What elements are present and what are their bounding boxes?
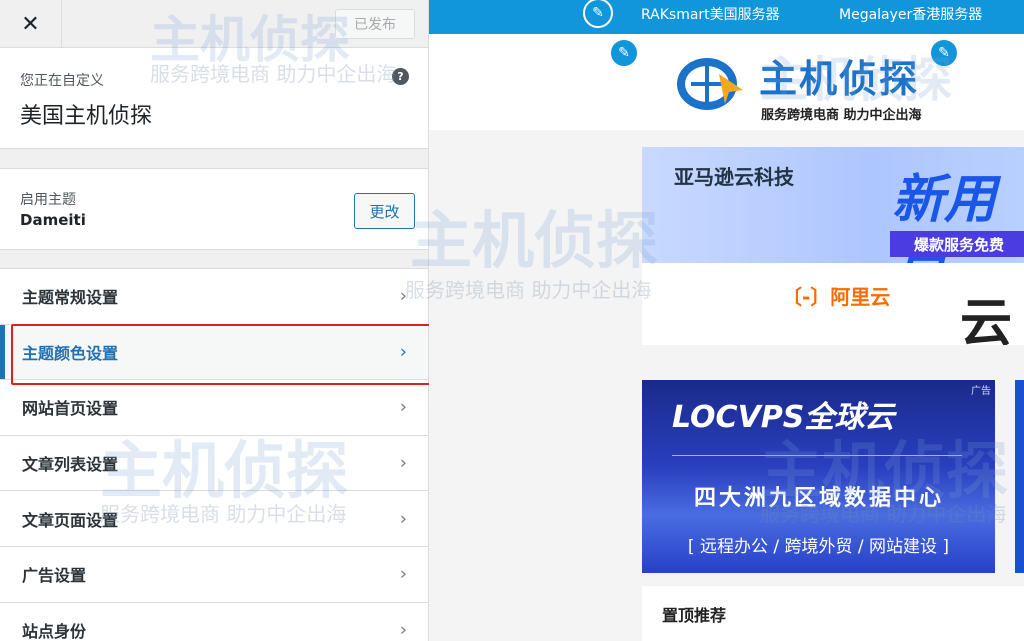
ad-divider [672, 455, 962, 456]
menu-item-label: 网站首页设置 [22, 399, 119, 419]
help-icon[interactable]: ? [392, 68, 409, 85]
chevron-right-icon: › [399, 508, 407, 530]
ad-brand: 〔-〕阿里云 [782, 285, 891, 309]
menu-item-site-identity[interactable]: 站点身份 › [0, 602, 428, 641]
ad-banner-partial[interactable] [1015, 380, 1024, 573]
change-theme-button[interactable]: 更改 [354, 193, 415, 229]
ad-services: [ 远程办公 / 跨境外贸 / 网站建设 ] [687, 537, 950, 557]
ad-tag: 广告 [971, 386, 991, 397]
logo-text: 主机侦探 [759, 57, 920, 101]
ad-headline: 云 [960, 294, 1013, 345]
menu-item-label: 主题颜色设置 [22, 343, 119, 363]
menu-item-label: 主题常规设置 [22, 288, 119, 308]
ad-sub: 爆款服务免费 [890, 231, 1024, 257]
customizer-info: 您正在自定义 美国主机侦探 ? [0, 48, 428, 149]
menu-item-label: 文章页面设置 [22, 510, 119, 530]
close-customizer-button[interactable]: ✕ [0, 0, 62, 48]
sticky-posts-section: 置顶推荐 [642, 586, 1024, 641]
edit-shortcut-pencil-icon[interactable]: ✎ [929, 38, 959, 68]
menu-item-theme-general[interactable]: 主题常规设置 › [0, 269, 428, 325]
ad-brand: 亚马逊云科技 [674, 165, 794, 189]
chevron-right-icon: › [399, 341, 407, 363]
edit-shortcut-pencil-icon[interactable]: ✎ [609, 38, 639, 68]
chevron-right-icon: › [399, 396, 407, 418]
ad-banner-aliyun[interactable]: 〔-〕阿里云 云 [642, 263, 1024, 345]
menu-item-label: 站点身份 [22, 621, 87, 641]
active-theme-name: Dameiti [20, 211, 86, 229]
menu-item-ads[interactable]: 广告设置 › [0, 546, 428, 603]
nav-link-megalayer[interactable]: Megalayer香港服务器 [839, 4, 982, 24]
logo-globe-icon [671, 50, 751, 114]
nav-link-raksmart[interactable]: RAKsmart美国服务器 [641, 4, 780, 24]
menu-item-homepage[interactable]: 网站首页设置 › [0, 380, 428, 436]
ad-title: LOCVPS全球云 [672, 400, 895, 435]
site-title: 美国主机侦探 [20, 104, 153, 129]
menu-item-theme-colors[interactable]: 主题颜色设置 › [0, 324, 428, 381]
ad-banner-aws[interactable]: 亚马逊云科技 新用户 爆款服务免费 [642, 147, 1024, 263]
chevron-right-icon: › [399, 563, 407, 585]
preview-nav-bar: RAKsmart美国服务器 Megalayer香港服务器 [429, 0, 1024, 34]
chevron-right-icon: › [399, 285, 407, 307]
site-preview: RAKsmart美国服务器 Megalayer香港服务器 ✎ 主机侦探 服务跨境… [429, 0, 1024, 641]
logo-slogan: 服务跨境电商 助力中企出海 [761, 108, 922, 123]
sticky-posts-title: 置顶推荐 [662, 606, 727, 625]
ad-subtitle: 四大洲九区域数据中心 [693, 486, 944, 511]
publish-button[interactable]: 已发布 [335, 9, 415, 39]
customizer-menu: 主题常规设置 › 主题颜色设置 › 网站首页设置 › 文章列表设置 › 文章页面… [0, 268, 428, 641]
close-icon: ✕ [21, 11, 40, 37]
menu-item-article-page[interactable]: 文章页面设置 › [0, 491, 428, 547]
customizer-topbar: ✕ 已发布 [0, 0, 428, 48]
menu-item-label: 文章列表设置 [22, 455, 119, 475]
customizing-label: 您正在自定义 [20, 73, 104, 89]
chevron-right-icon: › [399, 452, 407, 474]
active-theme-panel: 启用主题 Dameiti 更改 [0, 168, 428, 250]
chevron-right-icon: › [399, 619, 407, 641]
customizer-sidebar: ✕ 已发布 您正在自定义 美国主机侦探 ? 启用主题 Dameiti 更改 主题… [0, 0, 429, 641]
active-theme-label: 启用主题 [20, 192, 76, 208]
ad-banner-locvps[interactable]: 广告 LOCVPS全球云 四大洲九区域数据中心 [ 远程办公 / 跨境外贸 / … [642, 380, 995, 573]
menu-item-article-list[interactable]: 文章列表设置 › [0, 435, 428, 492]
menu-item-label: 广告设置 [22, 566, 87, 586]
